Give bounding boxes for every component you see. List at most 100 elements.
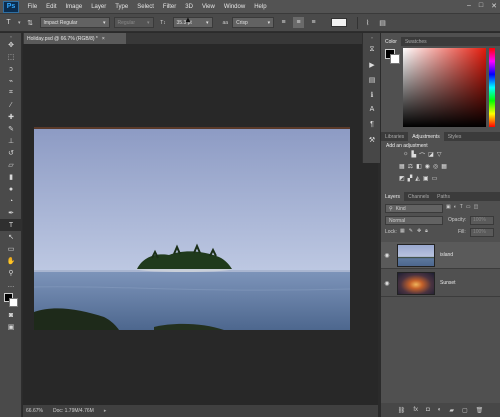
tab-layers[interactable]: Layers	[381, 192, 405, 201]
vibrance-icon[interactable]: ▽	[437, 151, 442, 160]
levels-icon[interactable]: ▙	[412, 151, 417, 160]
add-mask-icon[interactable]: ◘	[426, 407, 430, 413]
visibility-eye-icon[interactable]: ◉	[381, 280, 393, 287]
exposure-icon[interactable]: ◪	[428, 151, 434, 160]
blur-tool-icon[interactable]: ●	[0, 183, 22, 195]
hue-saturation-icon[interactable]: ▦	[399, 163, 405, 170]
blend-mode-select[interactable]: Normal	[385, 216, 443, 225]
type-filter-icon[interactable]: T	[460, 204, 463, 210]
invert-icon[interactable]: ◩	[399, 175, 405, 182]
healing-brush-tool-icon[interactable]: ✚	[0, 111, 22, 123]
text-color-swatch[interactable]	[331, 18, 348, 27]
visibility-eye-icon[interactable]: ◉	[381, 252, 393, 259]
lasso-tool-icon[interactable]: ↄ	[0, 63, 22, 75]
hand-tool-icon[interactable]: ✋	[0, 255, 22, 267]
menu-edit[interactable]: Edit	[42, 4, 61, 10]
type-tool-icon[interactable]: T	[3, 17, 14, 28]
background-color-swatch[interactable]	[390, 54, 400, 64]
history-brush-tool-icon[interactable]: ↺	[0, 147, 22, 159]
info-panel-icon[interactable]: ℹ	[363, 87, 381, 102]
menu-select[interactable]: Select	[133, 4, 159, 10]
menu-type[interactable]: Type	[111, 4, 133, 10]
layer-row[interactable]: ◉ island	[381, 242, 500, 269]
history-panel-icon[interactable]: ⧖	[363, 42, 381, 57]
pixel-filter-icon[interactable]: ▣	[446, 204, 451, 210]
antialias-select[interactable]: Crisp ▾	[232, 17, 275, 28]
tab-libraries[interactable]: Libraries	[381, 132, 408, 141]
path-selection-tool-icon[interactable]: ↖	[0, 231, 22, 243]
document-tab[interactable]: Holiday.psd @ 66.7% (RGB/8) * ×	[24, 33, 126, 44]
dodge-tool-icon[interactable]: ◔	[0, 195, 22, 207]
smart-object-filter-icon[interactable]: ◫	[474, 204, 479, 210]
new-adjustment-layer-icon[interactable]: ◐	[438, 407, 442, 413]
new-group-icon[interactable]: ▰	[449, 407, 454, 414]
background-color-swatch[interactable]	[9, 298, 18, 307]
link-layers-icon[interactable]: ⛓︎	[398, 407, 406, 414]
properties-panel-icon[interactable]: ▤	[363, 72, 381, 87]
menu-help[interactable]: Help	[250, 4, 271, 10]
character-panel-icon[interactable]: ▤	[377, 17, 388, 28]
threshold-icon[interactable]: ◭	[415, 175, 420, 182]
fill-input[interactable]: 100%	[470, 228, 494, 237]
tab-channels[interactable]: Channels	[404, 192, 433, 201]
color-balance-icon[interactable]: ⚖	[408, 163, 413, 170]
warp-text-icon[interactable]: ⌇	[362, 17, 373, 28]
layer-style-icon[interactable]: fx	[413, 407, 418, 413]
channel-mixer-icon[interactable]: ◎	[433, 163, 438, 170]
tab-adjustments[interactable]: Adjustments	[408, 132, 444, 141]
type-tool-icon[interactable]: T	[0, 219, 22, 231]
new-layer-icon[interactable]: ▢	[462, 407, 468, 414]
eyedropper-tool-icon[interactable]: ⁄	[0, 99, 22, 111]
tool-preset-chevron-icon[interactable]: ▾	[18, 20, 21, 26]
minimize-button[interactable]: –	[467, 2, 471, 10]
color-swatches[interactable]	[0, 291, 22, 309]
tab-styles[interactable]: Styles	[444, 132, 466, 141]
strip-collapse-icon[interactable]: «	[363, 33, 381, 42]
lock-transparent-icon[interactable]: ▦	[400, 228, 405, 234]
brightness-icon[interactable]: ☼	[403, 151, 409, 160]
brush-tool-icon[interactable]: ✎	[0, 123, 22, 135]
align-left-icon[interactable]: ≡	[278, 17, 289, 28]
color-lookup-icon[interactable]: ▦	[441, 163, 447, 170]
black-white-icon[interactable]: ◧	[416, 163, 422, 170]
layer-filter-select[interactable]: ⚲ Kind	[385, 204, 443, 213]
zoom-level[interactable]: 66.67%	[26, 408, 43, 414]
align-right-icon[interactable]: ≡	[308, 17, 319, 28]
menu-window[interactable]: Window	[219, 4, 249, 10]
menu-view[interactable]: View	[197, 4, 219, 10]
document-canvas-image[interactable]	[34, 127, 350, 330]
zoom-tool-icon[interactable]: ⚲	[0, 267, 22, 279]
menu-layer[interactable]: Layer	[87, 4, 111, 10]
photo-filter-icon[interactable]: ◉	[425, 163, 430, 170]
tool-presets-icon[interactable]: ⚒	[363, 132, 381, 147]
screen-mode-icon[interactable]: ▣	[0, 321, 22, 333]
menu-file[interactable]: File	[23, 4, 42, 10]
eraser-tool-icon[interactable]: ▱	[0, 159, 22, 171]
color-picker-field[interactable]	[403, 48, 486, 127]
close-tab-icon[interactable]: ×	[102, 36, 105, 42]
pen-tool-icon[interactable]: ✒	[0, 207, 22, 219]
move-tool-icon[interactable]: ✥	[0, 39, 22, 51]
gradient-tool-icon[interactable]: ▮	[0, 171, 22, 183]
layer-row[interactable]: ◉ Sunset	[381, 270, 500, 297]
tab-paths[interactable]: Paths	[433, 192, 454, 201]
quick-select-tool-icon[interactable]: ⌁	[0, 75, 22, 87]
close-window-button[interactable]: ✕	[491, 2, 497, 10]
more-tools-icon[interactable]: …	[0, 279, 22, 291]
menu-3d[interactable]: 3D	[181, 4, 198, 10]
font-family-select[interactable]: Impact Regular ▾	[39, 17, 110, 28]
crop-tool-icon[interactable]: ⌗	[0, 87, 22, 99]
character-panel-icon[interactable]: A	[363, 102, 381, 117]
quick-mask-icon[interactable]: ◙	[0, 309, 22, 321]
menu-filter[interactable]: Filter	[158, 4, 180, 10]
selective-color-icon[interactable]: ▣	[423, 175, 429, 182]
adjustment-filter-icon[interactable]: ◐	[454, 204, 457, 210]
posterize-icon[interactable]: ▞	[408, 175, 413, 182]
tab-swatches[interactable]: Swatches	[401, 37, 431, 46]
align-center-icon[interactable]: ≡	[293, 17, 305, 28]
shape-tool-icon[interactable]: ▭	[0, 243, 22, 255]
shape-filter-icon[interactable]: ▭	[466, 204, 471, 210]
paragraph-panel-icon[interactable]: ¶	[363, 117, 381, 132]
status-menu-arrow-icon[interactable]: ▸	[104, 408, 107, 414]
tab-color[interactable]: Color	[381, 37, 401, 46]
